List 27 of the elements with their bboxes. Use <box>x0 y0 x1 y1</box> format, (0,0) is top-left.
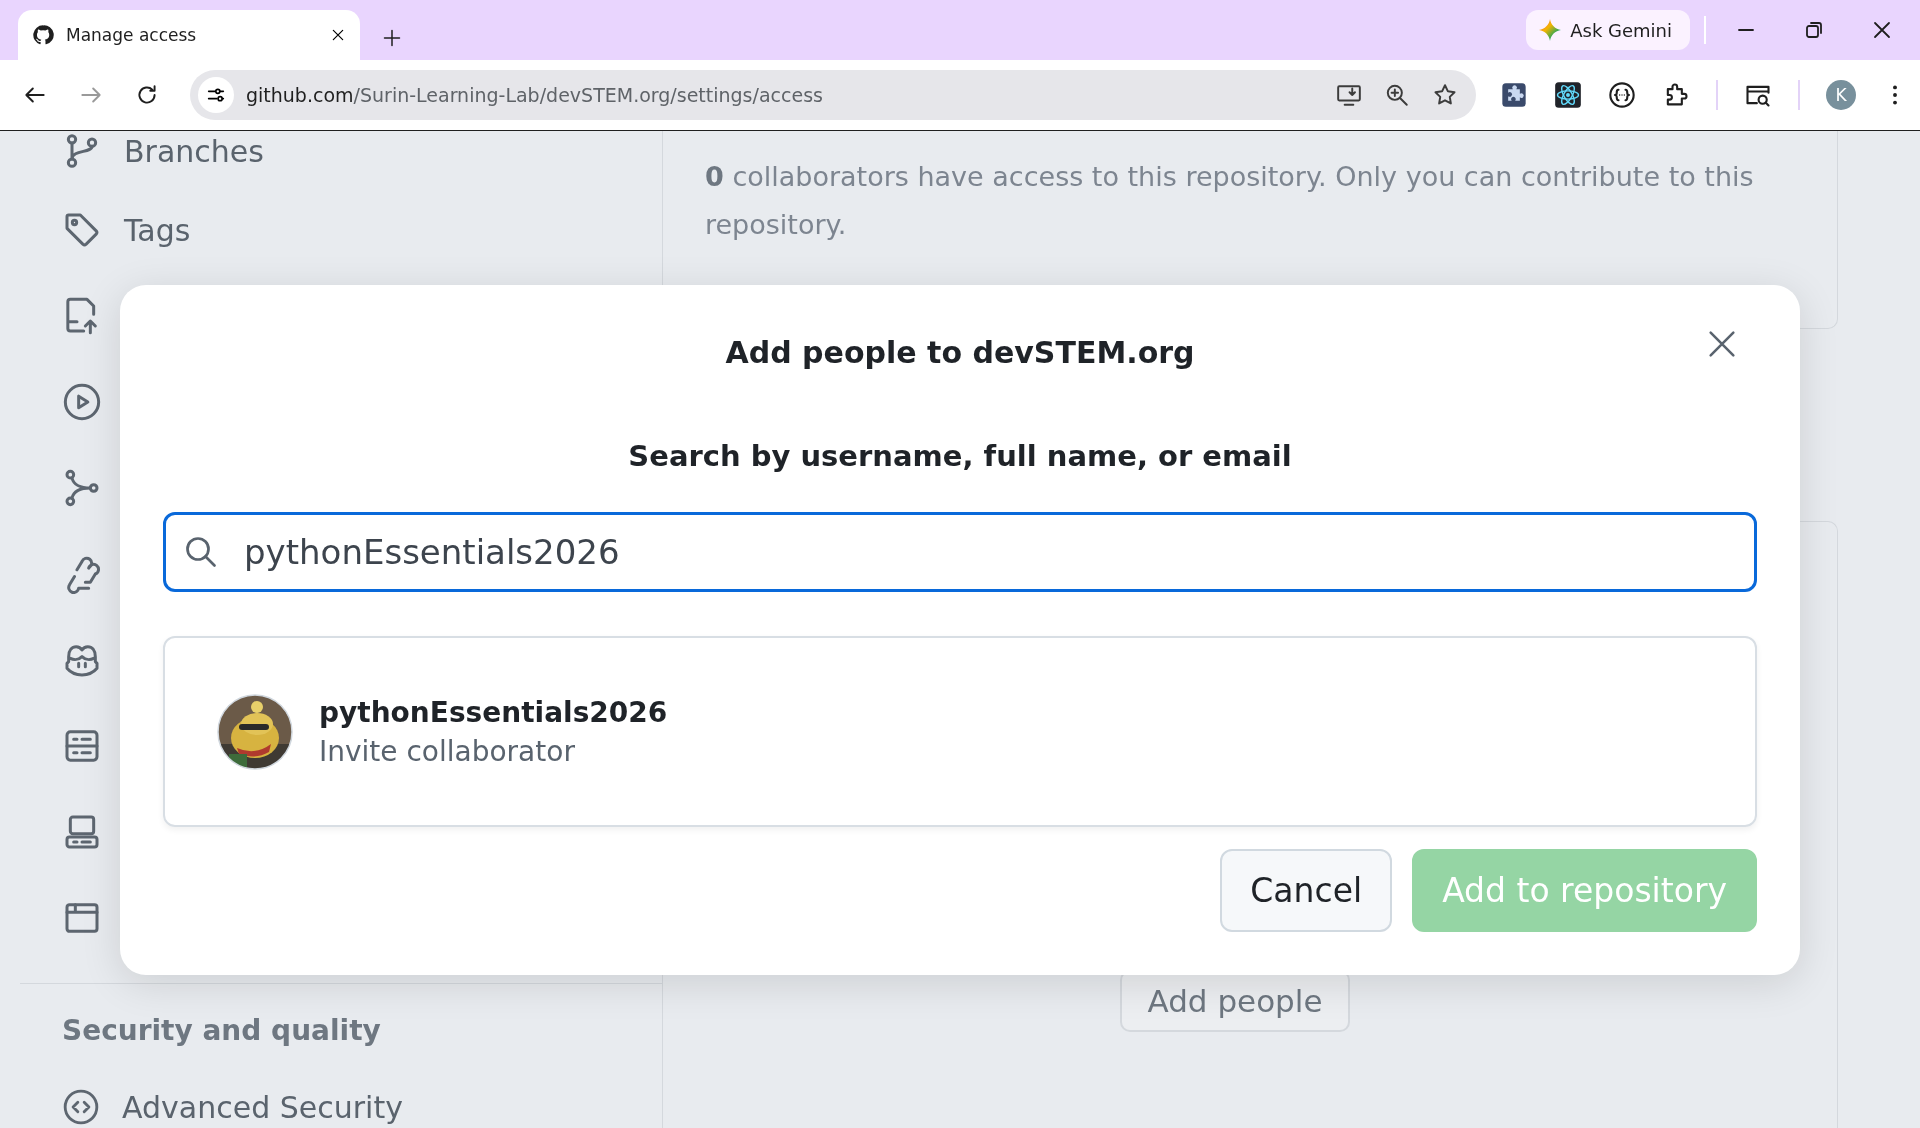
section-heading: Security and quality <box>61 1014 382 1049</box>
search-label: Search by username, full name, or email <box>627 439 1293 475</box>
play-icon[interactable] <box>62 382 102 422</box>
browser-tab[interactable]: Manage access <box>18 10 360 60</box>
username: pythonEssentials2026 <box>319 695 668 729</box>
result-action: Invite collaborator <box>319 734 576 768</box>
puzzle-extension-icon[interactable] <box>1500 81 1528 109</box>
address-bar[interactable]: github.com/Surin-Learning-Lab/devSTEM.org/settings/access <box>190 70 1476 120</box>
user-result[interactable]: pythonEssentials2026 Invite collaborator <box>163 636 1757 827</box>
dialog-title: Add people to devSTEM.org <box>725 334 1195 370</box>
collaborators-message: 0 collaborators have access to this repository. Only you can contribute to this repository. <box>705 160 1755 242</box>
sidebar-link[interactable]: Advanced Security <box>62 1088 403 1126</box>
github-logo-icon <box>32 24 54 46</box>
braces-extension-icon[interactable] <box>1608 81 1636 109</box>
install-app-icon[interactable] <box>1336 82 1362 108</box>
tab-title: Manage access <box>66 25 198 45</box>
zoom-icon[interactable] <box>1384 82 1410 108</box>
code-circle-icon <box>62 1088 100 1126</box>
close-icon[interactable] <box>330 27 346 43</box>
url-text: github.com/Surin-Learning-Lab/devSTEM.org/settings/access <box>246 84 824 106</box>
plus-icon[interactable] <box>382 28 402 48</box>
cancel-button[interactable]: Cancel <box>1220 849 1393 932</box>
search-field[interactable]: pythonEssentials2026 <box>163 512 1757 592</box>
sidebar-link[interactable]: Tags <box>62 210 191 250</box>
ask-gemini-button[interactable]: Ask Gemini <box>1526 10 1690 50</box>
sidebar-link[interactable]: Branches <box>62 131 264 171</box>
atom-extension-icon[interactable] <box>1554 81 1582 109</box>
